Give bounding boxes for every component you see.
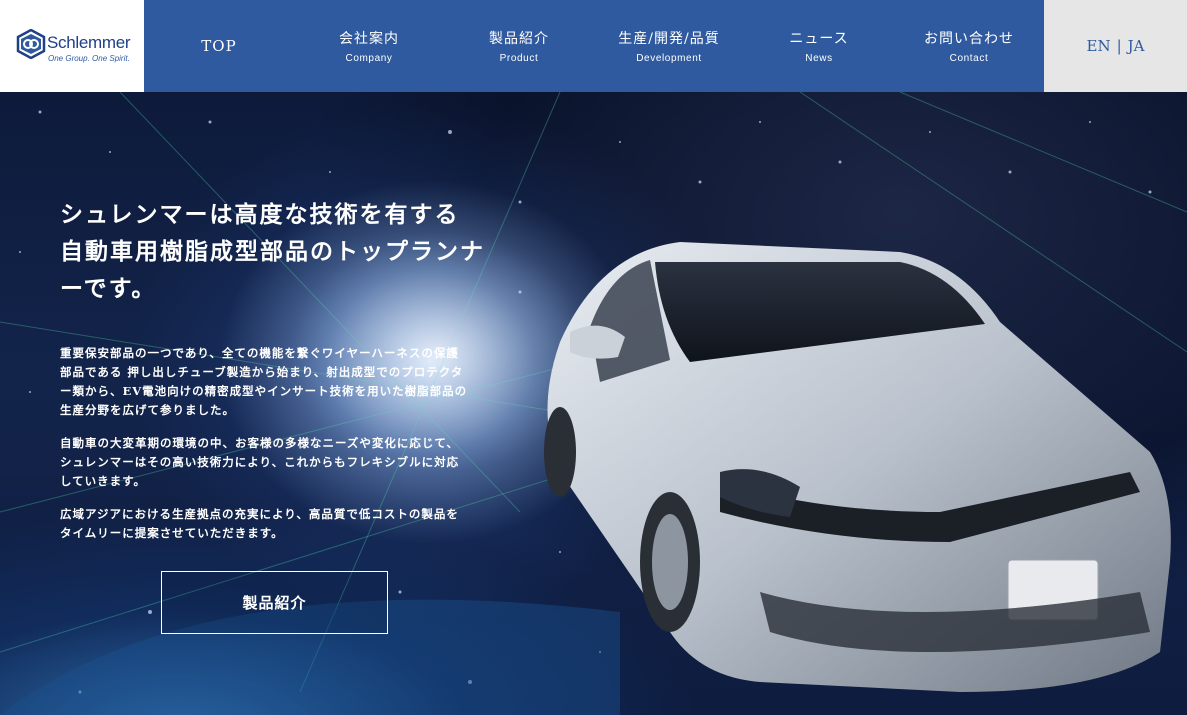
nav-item-product[interactable]: 製品紹介 Product (444, 0, 594, 92)
lang-separator: | (1116, 37, 1122, 55)
nav-sublabel: News (805, 53, 833, 64)
paragraph-line: 広域アジアにおける生産拠点の充実により、高品質で低コストの製品を (60, 507, 459, 521)
nav-sublabel: Contact (949, 53, 989, 64)
main-nav: TOP 会社案内 Company 製品紹介 Product 生産/開発/品質 D… (144, 0, 1044, 92)
hero-paragraph-2: 自動車の大変革期の環境の中、お客様の多様なニーズや変化に応じて、 シュレンマーは… (60, 434, 500, 491)
paragraph-line: していきます。 (60, 474, 147, 488)
nav-label: お問い合わせ (924, 31, 1014, 47)
nav-label: ニュース (789, 31, 849, 47)
brand-tagline: One Group. One Spirit. (48, 54, 130, 63)
car-image (544, 242, 1171, 692)
nav-item-company[interactable]: 会社案内 Company (294, 0, 444, 92)
nav-item-development[interactable]: 生産/開発/品質 Development (594, 0, 744, 92)
nav-sublabel: Development (636, 53, 702, 64)
nav-label: 生産/開発/品質 (618, 31, 720, 47)
nav-label: 製品紹介 (489, 31, 549, 47)
paragraph-line: 部品である 押し出しチューブ製造から始まり、射出成型でのプロテクタ (60, 365, 464, 379)
logo[interactable]: Schlemmer One Group. One Spirit. (0, 0, 144, 92)
paragraph-line: タイムリーに提案させていただきます。 (60, 526, 284, 540)
hero-headline-line: 自動車用樹脂成型部品のトップランナ (60, 238, 485, 265)
hero-section: シュレンマーは高度な技術を有する 自動車用樹脂成型部品のトップランナ ーです。 … (0, 92, 1187, 715)
lang-en-link[interactable]: EN (1087, 37, 1111, 55)
hero-headline: シュレンマーは高度な技術を有する 自動車用樹脂成型部品のトップランナ ーです。 (60, 196, 500, 307)
nav-item-news[interactable]: ニュース News (744, 0, 894, 92)
hero-paragraph-3: 広域アジアにおける生産拠点の充実により、高品質で低コストの製品を タイムリーに提… (60, 505, 500, 543)
paragraph-line: 自動車の大変革期の環境の中、お客様の多様なニーズや変化に応じて、 (60, 436, 459, 450)
paragraph-line: シュレンマーはその高い技術力により、これからもフレキシブルに対応 (60, 455, 460, 469)
hero-headline-line: シュレンマーは高度な技術を有する (60, 201, 460, 228)
product-intro-button[interactable]: 製品紹介 (161, 571, 388, 634)
hero-headline-line: ーです。 (60, 275, 157, 302)
nav-label: 会社案内 (339, 31, 399, 47)
paragraph-line: ー類から、EV電池向けの精密成型やインサート技術を用いた樹脂部品の (60, 384, 468, 398)
nav-item-top[interactable]: TOP (144, 0, 294, 92)
nav-label: TOP (201, 37, 237, 55)
nav-item-contact[interactable]: お問い合わせ Contact (894, 0, 1044, 92)
language-switcher: EN | JA (1044, 0, 1187, 92)
paragraph-line: 重要保安部品の一つであり、全ての機能を繋ぐワイヤーハーネスの保護 (60, 346, 459, 360)
nav-sublabel: Product (499, 53, 539, 64)
nav-sublabel: Company (345, 53, 393, 64)
brand-name: Schlemmer (47, 33, 131, 52)
schlemmer-logo-icon (16, 29, 46, 59)
site-header: Schlemmer One Group. One Spirit. TOP 会社案… (0, 0, 1187, 92)
hero-paragraph-1: 重要保安部品の一つであり、全ての機能を繋ぐワイヤーハーネスの保護 部品である 押… (60, 344, 500, 420)
paragraph-line: 生産分野を広げて参りました。 (60, 403, 235, 417)
lang-ja-link[interactable]: JA (1128, 37, 1145, 55)
